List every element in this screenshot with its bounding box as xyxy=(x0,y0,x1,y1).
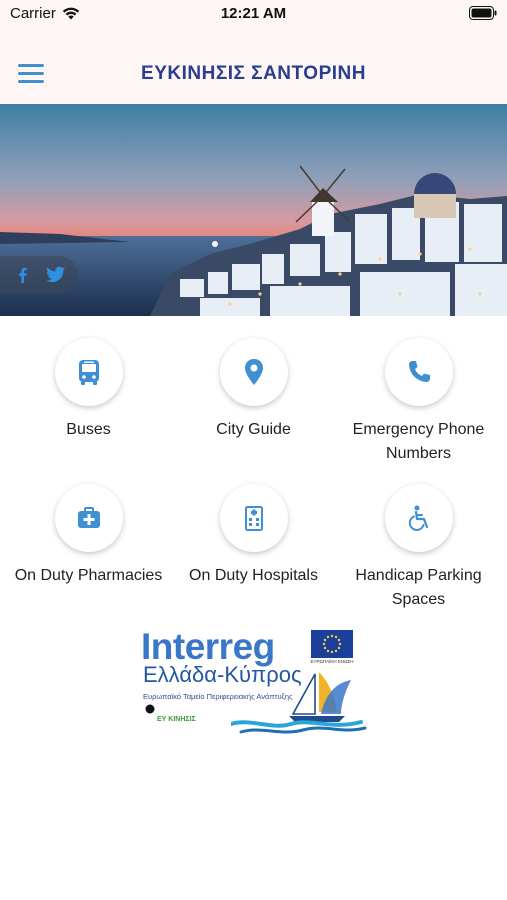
tile-handicap-parking-spaces[interactable]: Handicap Parking Spaces xyxy=(334,484,503,612)
sailboat-logo-icon xyxy=(231,672,367,734)
tile-handicap-label: Handicap Parking Spaces xyxy=(355,567,482,608)
bus-icon xyxy=(78,360,99,385)
hospital-building-icon xyxy=(244,506,263,531)
tile-hospitals-circle xyxy=(219,484,288,552)
tile-city-guide[interactable]: City Guide xyxy=(169,338,338,442)
tile-handicap-circle xyxy=(384,484,453,552)
tile-emergency-circle xyxy=(384,338,453,406)
tile-buses-circle xyxy=(54,338,123,406)
tile-pharmacies-circle xyxy=(54,484,123,552)
tile-on-duty-hospitals[interactable]: On Duty Hospitals xyxy=(169,484,338,588)
tile-emergency-phone-numbers[interactable]: Emergency Phone Numbers xyxy=(334,338,503,466)
tile-buses-label: Buses xyxy=(66,421,111,438)
tile-buses[interactable]: Buses xyxy=(4,338,173,442)
social-links xyxy=(0,256,78,294)
hero-image xyxy=(0,104,507,316)
eu-flag-icon xyxy=(311,630,353,658)
tile-on-duty-pharmacies[interactable]: On Duty Pharmacies xyxy=(4,484,173,588)
map-marker-icon xyxy=(244,359,263,385)
wheelchair-icon xyxy=(408,505,428,531)
page-title: ΕΥΚΙΝΗΣΙΣ ΣΑΝΤΟΡΙΝΗ xyxy=(141,63,366,84)
logo-small-label: ΕΥ ΚΙΝΗΣΙΣ xyxy=(157,716,196,723)
app-header: ΕΥΚΙΝΗΣΙΣ ΣΑΝΤΟΡΙΝΗ xyxy=(0,28,507,104)
interreg-logo: Interreg Ελλάδα-Κύπρος Ευρωπαϊκό Ταμείο … xyxy=(139,626,367,736)
tile-emergency-label: Emergency Phone Numbers xyxy=(352,421,485,462)
battery-icon xyxy=(469,6,497,20)
phone-icon xyxy=(408,361,430,382)
twitter-icon[interactable] xyxy=(46,266,66,284)
status-time: 12:21 AM xyxy=(220,5,287,22)
tile-hospitals-label: On Duty Hospitals xyxy=(189,567,318,584)
tile-city-guide-label: City Guide xyxy=(216,421,291,438)
status-bar: Carrier 12:21 AM xyxy=(0,0,507,28)
eu-caption: ΕΥΡΩΠΑΪΚΗ ΕΝΩΣΗ xyxy=(310,659,354,664)
tile-city-guide-circle xyxy=(219,338,288,406)
logo-small-emblem xyxy=(145,704,155,714)
medkit-icon xyxy=(77,507,100,528)
facebook-icon[interactable] xyxy=(14,266,32,284)
tile-pharmacies-label: On Duty Pharmacies xyxy=(14,567,163,584)
